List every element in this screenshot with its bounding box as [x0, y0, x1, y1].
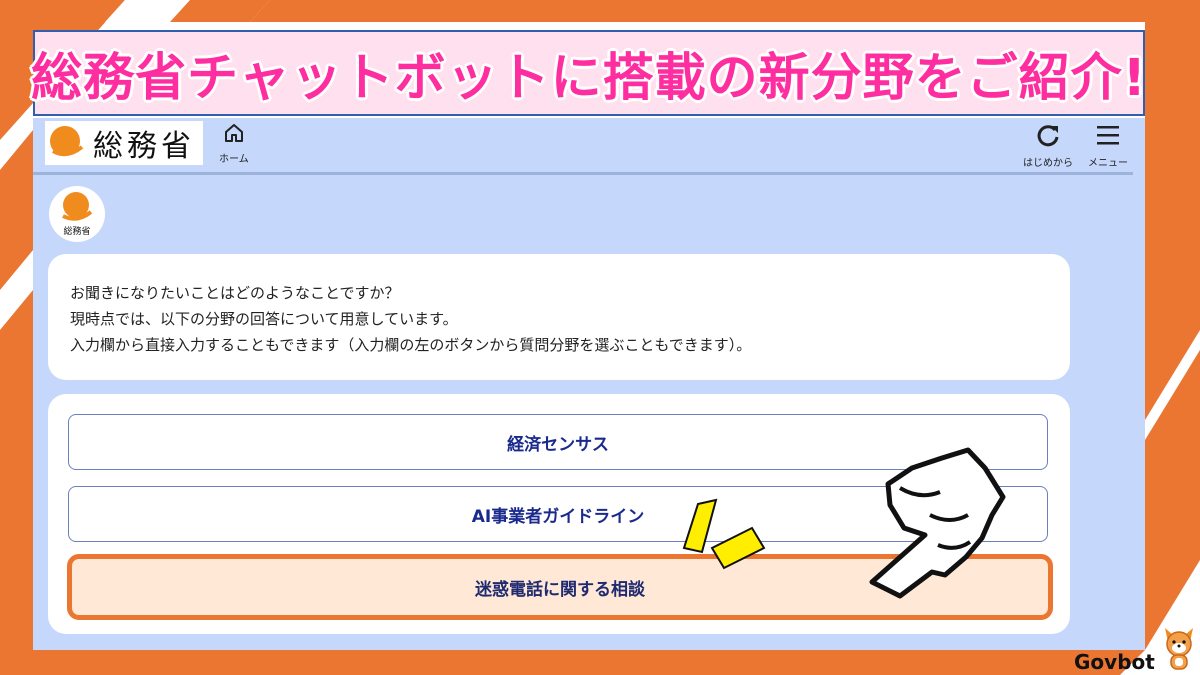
- home-icon: [224, 124, 243, 142]
- hamburger-menu-icon: [1097, 126, 1119, 145]
- message-line: お聞きになりたいことはどのようなことですか？: [70, 284, 400, 302]
- ministry-emblem-icon: [62, 192, 93, 221]
- options-panel: 経済センサス AI事業者ガイドライン 迷惑電話に関する相談: [48, 394, 1070, 634]
- header-bar: 総務省 ホーム はじめから メニュー: [33, 118, 1133, 175]
- option-ai-guideline-button[interactable]: AI事業者ガイドライン: [68, 486, 1048, 542]
- title-banner: 総務省チャットボットに搭載の新分野をご紹介!: [31, 30, 1147, 116]
- option-nuisance-call-button[interactable]: 迷惑電話に関する相談: [67, 554, 1053, 620]
- restart-icon: [1037, 125, 1059, 147]
- restart-label: はじめから: [1023, 158, 1073, 169]
- menu-label: メニュー: [1088, 158, 1128, 169]
- avatar-label: 総務省: [63, 227, 91, 237]
- bot-avatar: 総務省: [49, 186, 105, 242]
- message-line: 入力欄から直接入力することもできます（入力欄の左のボタンから質問分野を選ぶことも…: [70, 336, 752, 354]
- dog-mascot-icon: [1165, 628, 1193, 670]
- home-button[interactable]: ホーム: [219, 122, 249, 165]
- option-economic-census-button[interactable]: 経済センサス: [68, 414, 1048, 470]
- menu-button[interactable]: メニュー: [1088, 122, 1128, 169]
- logo-text: 総務省: [93, 129, 195, 164]
- govbot-brand: Govbot: [1074, 650, 1155, 674]
- restart-button[interactable]: はじめから: [1023, 122, 1073, 169]
- ministry-logo[interactable]: 総務省: [45, 121, 203, 165]
- chatbot-screen: 総務省 ホーム はじめから メニュー 総務省 お聞きになりたいことはどのようなこ…: [33, 118, 1145, 650]
- home-label: ホーム: [219, 154, 249, 165]
- bot-message: お聞きになりたいことはどのようなことですか？ 現時点では、以下の分野の回答につい…: [48, 254, 1070, 380]
- ministry-emblem-icon: [50, 126, 84, 157]
- banner-title: 総務省チャットボットに搭載の新分野をご紹介!: [31, 49, 1147, 108]
- message-line: 現時点では、以下の分野の回答について用意しています。: [70, 310, 458, 328]
